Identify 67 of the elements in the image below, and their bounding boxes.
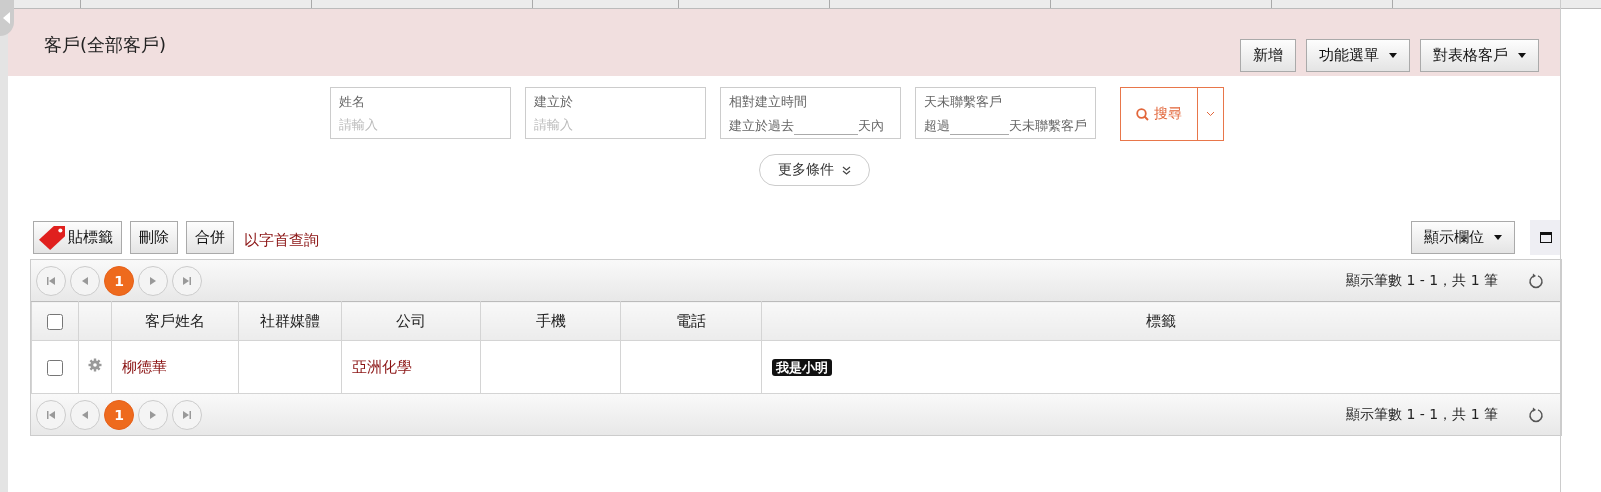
- column-header[interactable]: 社群媒體: [238, 301, 342, 341]
- more-conditions-button[interactable]: 更多條件: [759, 154, 870, 186]
- delete-button[interactable]: 刪除: [130, 221, 178, 254]
- search-icon: [1135, 107, 1149, 121]
- dropdown-button[interactable]: 對表格客戶: [1420, 39, 1539, 72]
- customer-name-link[interactable]: 柳德華: [122, 357, 167, 376]
- triangle-icon: [80, 409, 90, 420]
- next-page-button[interactable]: [138, 265, 168, 296]
- window-icon: [1539, 232, 1552, 243]
- refresh-icon[interactable]: [1528, 406, 1544, 423]
- search-button[interactable]: 搜尋: [1119, 87, 1198, 141]
- double-chevron-icon: [842, 165, 851, 175]
- range-suffix: 天內: [857, 117, 884, 135]
- filter-field[interactable]: 姓名 請輸入: [329, 87, 511, 139]
- column-header[interactable]: 公司: [341, 301, 481, 341]
- skip-icon: [46, 409, 56, 420]
- filter-field[interactable]: 天未聯繫客戶 超過 天未聯繫客戶: [914, 87, 1096, 139]
- tag-icon: [38, 224, 66, 251]
- skip-icon: [182, 275, 192, 286]
- search-options-button[interactable]: [1197, 87, 1224, 141]
- triangle-icon: [3, 12, 11, 24]
- column-header[interactable]: 標籤: [761, 301, 1561, 341]
- company-link[interactable]: 亞洲化學: [352, 357, 412, 376]
- gear-icon[interactable]: [88, 358, 102, 372]
- filter-field[interactable]: 相對建立時間 建立於過去 天內: [719, 87, 901, 139]
- prev-page-button[interactable]: [70, 399, 100, 430]
- record-count: 顯示筆數 1 - 1，共 1 筆: [1345, 405, 1498, 424]
- next-page-button[interactable]: [138, 399, 168, 430]
- range-suffix: 天未聯繫客戶: [1008, 117, 1087, 135]
- triangle-icon: [148, 275, 158, 286]
- row-checkbox[interactable]: [47, 359, 63, 376]
- tag-label: 我是小明: [772, 358, 832, 376]
- initial-search-link[interactable]: 以字首查詢: [244, 230, 319, 250]
- range-prefix: 建立於過去: [728, 117, 794, 135]
- caret-icon: [1518, 53, 1526, 58]
- column-header[interactable]: 電話: [620, 301, 762, 341]
- last-page-button[interactable]: [172, 265, 202, 296]
- dropdown-button[interactable]: 功能選單: [1306, 39, 1410, 72]
- filter-label: 姓名: [338, 93, 366, 111]
- caret-icon: [1494, 235, 1502, 240]
- triangle-icon: [80, 275, 90, 286]
- refresh-icon[interactable]: [1528, 272, 1544, 289]
- first-page-button[interactable]: [36, 399, 66, 430]
- maximize-button[interactable]: [1530, 220, 1561, 255]
- columns-dropdown-button[interactable]: 顯示欄位: [1411, 221, 1515, 254]
- collapse-handle[interactable]: [0, 0, 14, 36]
- merge-button[interactable]: 合併: [186, 221, 234, 254]
- column-header[interactable]: 手機: [480, 301, 621, 341]
- first-page-button[interactable]: [36, 265, 66, 296]
- column-header[interactable]: 客戶姓名: [111, 301, 239, 341]
- prev-page-button[interactable]: [70, 265, 100, 296]
- caret-icon: [1389, 53, 1397, 58]
- last-page-button[interactable]: [172, 399, 202, 430]
- chevron-icon: [1205, 111, 1215, 117]
- range-prefix: 超過: [923, 117, 950, 135]
- page-title: 客戶(全部客戶): [44, 33, 167, 57]
- tag-button[interactable]: 貼標籤: [33, 221, 122, 254]
- filter-field[interactable]: 建立於 請輸入: [524, 87, 706, 139]
- skip-icon: [46, 275, 56, 286]
- filter-label: 建立於: [533, 93, 574, 111]
- skip-icon: [182, 409, 192, 420]
- select-all-checkbox[interactable]: [47, 313, 63, 330]
- filter-label: 相對建立時間: [728, 93, 808, 111]
- add-button[interactable]: 新增: [1240, 39, 1296, 72]
- record-count: 顯示筆數 1 - 1，共 1 筆: [1345, 271, 1498, 290]
- filter-label: 天未聯繫客戶: [923, 93, 1003, 111]
- triangle-icon: [148, 409, 158, 420]
